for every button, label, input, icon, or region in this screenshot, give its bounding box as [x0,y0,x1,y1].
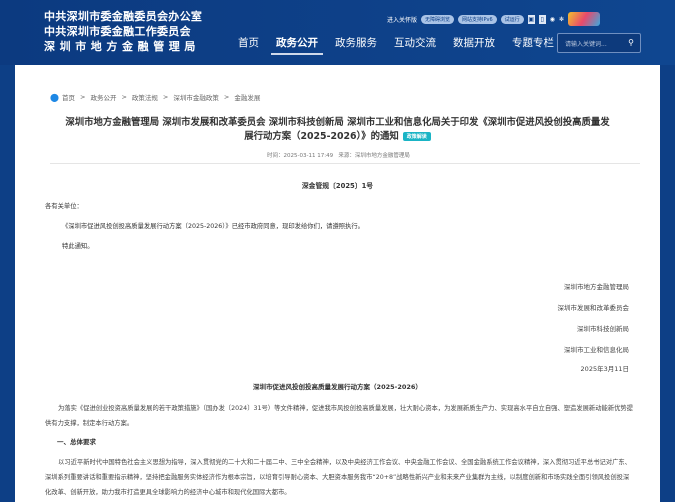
org-name-1: 中共深圳市委金融委员会办公室 [44,10,203,23]
logo-image [567,12,600,26]
signature-4: 深圳市工业和信息化局 [564,346,629,354]
policy-interpretation-tag[interactable]: 政策解读 [402,132,431,141]
nav-gov-affairs[interactable]: 政务公开 [271,35,323,55]
signature-3: 深圳市科技创新局 [577,325,629,333]
publish-time: 时间：2025-03-11 17:49 [267,153,334,159]
trial-badge[interactable]: 试运行 [500,14,524,24]
org-name-3: 深圳市地方金融管理局 [44,40,200,53]
nav-interaction[interactable]: 互动交流 [394,35,436,50]
salutation: 各有关单位： [45,203,83,210]
article-title-line2: 展行动方案（2025-2026）》的通知 政策解读 [15,128,660,142]
wechat-icon[interactable]: ✻ [559,16,564,23]
breadcrumb-sep: > [162,93,169,101]
doc-number: 深金管规〔2025〕1号 [301,182,374,190]
top-tools: 进入关怀版 无障碍浏览 网站支持IPv6 试运行 ▣ ▯ ◉ ✻ [387,12,600,26]
breadcrumb-item[interactable]: 深圳市金融政策 [173,92,219,102]
section-heading: 一、总体要求 [57,438,96,446]
divider [50,163,640,164]
closing: 特此通知。 [62,243,94,250]
mobile-icon[interactable]: ▯ [538,14,546,24]
notice-paragraph: 《深圳市促进风投创投高质量发展行动方案（2025-2026）》已经市政府同意，现… [62,223,364,230]
breadcrumb-home[interactable]: 首页 [62,92,75,102]
breadcrumb-sep: > [80,93,86,101]
search-input[interactable]: 请输入关键词... ⚲ [557,33,641,53]
site-header: 中共深圳市委金融委员会办公室 中共深圳市委金融工作委员会 深圳市地方金融管理局 … [0,0,675,65]
plan-paragraph-1: 为落实《促进创业投资高质量发展的若干政策措施》（国办发〔2024〕31号）等文件… [45,405,634,427]
search-icon[interactable]: ⚲ [628,38,634,47]
nav-services[interactable]: 政务服务 [335,35,377,50]
nav-home[interactable]: 首页 [238,35,259,50]
breadcrumb-item[interactable]: 政策法规 [132,92,158,102]
plan-title: 深圳市促进风投创投高质量发展行动方案（2025-2026） [253,383,422,391]
signature-1: 深圳市地方金融管理局 [564,283,629,291]
location-icon: ⬤ [50,92,59,102]
article-title-line1: 深圳市地方金融管理局 深圳市发展和改革委员会 深圳市科技创新局 深圳市工业和信息… [65,117,610,128]
title-text: 展行动方案（2025-2026）》的通知 [244,131,399,142]
main-nav: 首页 政务公开 政务服务 互动交流 数据开放 专题专栏 [238,35,571,55]
breadcrumb-sep: > [223,93,230,101]
org-name-2: 中共深圳市委金融工作委员会 [44,25,191,38]
accessibility-button[interactable]: 无障碍浏览 [421,14,455,24]
nav-topics[interactable]: 专题专栏 [512,35,554,50]
ipv6-badge[interactable]: 网站支持IPv6 [458,14,497,24]
care-mode-link[interactable]: 进入关怀版 [387,15,417,24]
source: 来源：深圳市地方金融管理局 [338,153,410,159]
breadcrumb: ⬤ 首页 > 政务公开 > 政策法规 > 深圳市金融政策 > 金融发展 [50,92,260,103]
article-card: ⬤ 首页 > 政务公开 > 政策法规 > 深圳市金融政策 > 金融发展 深圳市地方金融管… [15,65,660,502]
signature-date: 2025年3月11日 [580,365,629,373]
app-icon[interactable]: ▣ [527,14,535,24]
search-placeholder: 请输入关键词... [565,41,607,48]
weibo-icon[interactable]: ◉ [550,16,555,23]
plan-paragraph-2: 以习近平新时代中国特色社会主义思想为指导，深入贯彻党的二十大和二十届二中、三中全… [45,459,632,496]
signature-2: 深圳市发展和改革委员会 [557,304,630,312]
article-meta: 时间：2025-03-11 17:49 来源：深圳市地方金融管理局 [267,151,410,159]
breadcrumb-sep: > [121,93,127,101]
breadcrumb-item[interactable]: 政务公开 [90,92,116,102]
nav-open-data[interactable]: 数据开放 [453,35,495,50]
breadcrumb-item[interactable]: 金融发展 [234,92,260,102]
